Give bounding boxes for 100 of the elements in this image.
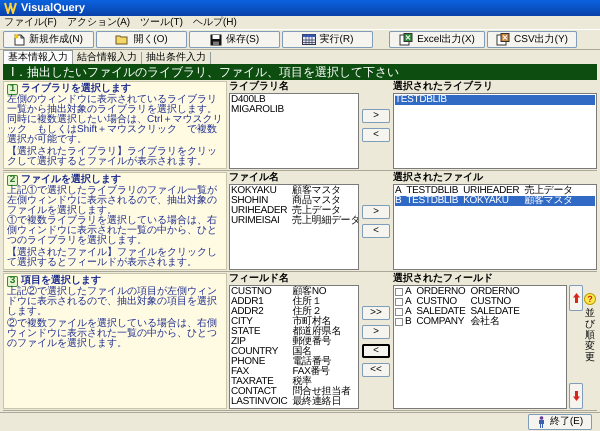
list-cell: SHOHIN: [231, 195, 268, 206]
checkbox[interactable]: [395, 288, 403, 296]
list-heading: 選択されたライブラリ: [393, 81, 494, 93]
help-title: 項目を選択します: [21, 275, 101, 286]
list-cell: 商品マスタ: [292, 195, 341, 206]
help-text: 左側のウィンドウに表示されているライブラリ一覧から抽出対象のライブラリを選択します。: [7, 95, 217, 115]
spreadsheet-export-icon: [496, 33, 510, 46]
help-text: ②で複数ファイルを選択している場合は、右側ウィンドウに表示された一覧の中から、ひとつのファイルを選択します。: [7, 319, 218, 349]
move-button[interactable]: <: [362, 128, 390, 142]
list-item[interactable]: TESTDBLIB: [395, 95, 595, 105]
table-grid-icon: [302, 34, 316, 45]
toolbar-button[interactable]: 保存(S): [189, 31, 280, 48]
up-arrow-icon: [572, 293, 580, 303]
tab[interactable]: 基本情報入力: [3, 50, 73, 64]
move-button[interactable]: >>: [362, 306, 390, 320]
help-text: 上記②で選択したファイルの項目が左側ウィンドウに表示されるので、抽出対象の項目を選択します。: [7, 287, 218, 317]
list-cell: 税率: [292, 376, 312, 387]
help-icon[interactable]: ?: [584, 293, 596, 305]
list-cell: CITY: [231, 316, 253, 327]
list-heading: 選択されたフィールド: [393, 273, 494, 285]
list-cell: ORDERNO: [470, 286, 520, 297]
list-cell: ORDERNO: [416, 286, 466, 297]
toolbar-button[interactable]: CSV出力(Y): [487, 31, 577, 48]
list-cell: FAX番号: [292, 366, 330, 377]
list-cell: ADDR2: [231, 306, 264, 317]
move-button[interactable]: >: [362, 204, 390, 218]
list-cell: CUSTNO: [231, 286, 272, 297]
toolbar-button[interactable]: 新規作成(N): [3, 31, 94, 48]
move-up-button[interactable]: [569, 285, 583, 311]
list-cell: 問合せ担当者: [292, 386, 351, 397]
list-cell: URIHEADER: [463, 185, 520, 196]
list-cell: ADDR1: [231, 296, 264, 307]
list-cell: 住所１: [292, 296, 322, 307]
list-heading: 選択されたファイル: [393, 172, 484, 184]
list-cell: 会社名: [470, 316, 500, 327]
step-badge: 1: [7, 84, 18, 94]
app-logo-icon: [4, 2, 17, 14]
help-text: 同時に複数選択したい場合は、Ctrl＋マウスクリック もしくはShift＋マウスクリック で複数選択が可能です。: [7, 115, 223, 145]
help-text: 上記①で選択したライブラリのファイル一覧が左側ウィンドウに表示されるので、抽出対象のファイルを選択します。: [7, 186, 218, 216]
checkbox[interactable]: [395, 318, 403, 326]
toolbar-button[interactable]: 開く(O): [96, 31, 187, 48]
move-button[interactable]: >: [362, 108, 390, 122]
step-badge: 2: [7, 174, 18, 186]
help-text: ①で複数ライブラリを選択している場合は、右側ウィンドウに表示された一覧の中から、ひとつのライブラリを選択します。: [7, 216, 218, 246]
list-cell: CUSTNO: [470, 296, 511, 307]
down-arrow-icon: [572, 391, 580, 401]
checkbox[interactable]: [395, 308, 403, 316]
help-title: ファイルを選択します: [21, 174, 121, 185]
list-cell: TESTDBLIB: [406, 185, 458, 196]
list-cell: A: [395, 185, 402, 196]
list-cell: 電話番号: [292, 356, 332, 367]
menu-item[interactable]: ヘルプ(H): [192, 16, 237, 28]
list-cell: URIHEADER: [231, 205, 288, 216]
list-cell: 最終連絡日: [292, 396, 341, 407]
move-button[interactable]: <<: [362, 362, 390, 376]
list-item[interactable]: URIMEISAI 売上明細データ: [231, 216, 358, 226]
list-cell: ZIP: [231, 336, 246, 347]
list-heading: ファイル名: [229, 172, 280, 184]
move-button[interactable]: >: [362, 324, 390, 338]
list-heading: フィールド名: [229, 273, 290, 285]
list-cell: COUNTRY: [231, 346, 278, 357]
list-cell: STATE: [231, 326, 260, 337]
list-cell: SALEDATE: [416, 306, 466, 317]
help-text: 【選択されたライブラリ】ライブラリをクリックして選択するとファイルが表示されます。: [7, 147, 218, 167]
list-cell: LASTINVOIC: [231, 396, 288, 407]
list-cell: A: [405, 306, 412, 317]
checkbox[interactable]: [395, 298, 403, 306]
menu-item[interactable]: アクション(A): [66, 16, 130, 28]
list-cell: 売上明細データ: [292, 215, 358, 226]
window-title: VisualQuery: [21, 1, 85, 15]
list-cell: FAX: [231, 366, 249, 377]
exit-button[interactable]: 終了(E): [528, 414, 592, 430]
list-cell: TESTDBLIB: [406, 195, 458, 206]
list-cell: PHONE: [231, 356, 266, 367]
menu-item[interactable]: ツール(T): [140, 16, 183, 28]
list-cell: 国名: [292, 346, 312, 357]
move-down-button[interactable]: [569, 383, 583, 409]
list-cell: 郵便番号: [292, 336, 332, 347]
move-button[interactable]: <: [362, 344, 390, 358]
toolbar-button[interactable]: Excel出力(X): [389, 31, 485, 48]
list-cell: B: [405, 316, 412, 327]
list-cell: B: [395, 195, 402, 206]
list-cell: A: [405, 286, 412, 297]
toolbar-button[interactable]: 実行(R): [282, 31, 373, 48]
list-heading: ライブラリ名: [229, 81, 290, 93]
list-cell: 売上データ: [524, 185, 573, 196]
list-cell: TAXRATE: [231, 376, 274, 387]
sort-order-label: 並び順変更: [585, 308, 595, 363]
list-cell: SALEDATE: [470, 306, 520, 317]
list-cell: URIMEISAI: [231, 215, 280, 226]
step-badge: 3: [7, 276, 18, 286]
spreadsheet-export-icon: [399, 33, 414, 46]
move-button[interactable]: <: [362, 224, 390, 238]
list-cell: CONTACT: [231, 386, 276, 397]
menu-item[interactable]: ファイル(F): [4, 16, 57, 28]
list-cell: A: [405, 296, 412, 307]
person-icon: [536, 416, 546, 428]
help-text: 【選択されたファイル】ファイルをクリックして選択するとフィールドが表示されます。: [7, 248, 218, 268]
list-cell: COMPANY: [416, 316, 464, 327]
list-cell: KOKYAKU: [463, 195, 509, 206]
